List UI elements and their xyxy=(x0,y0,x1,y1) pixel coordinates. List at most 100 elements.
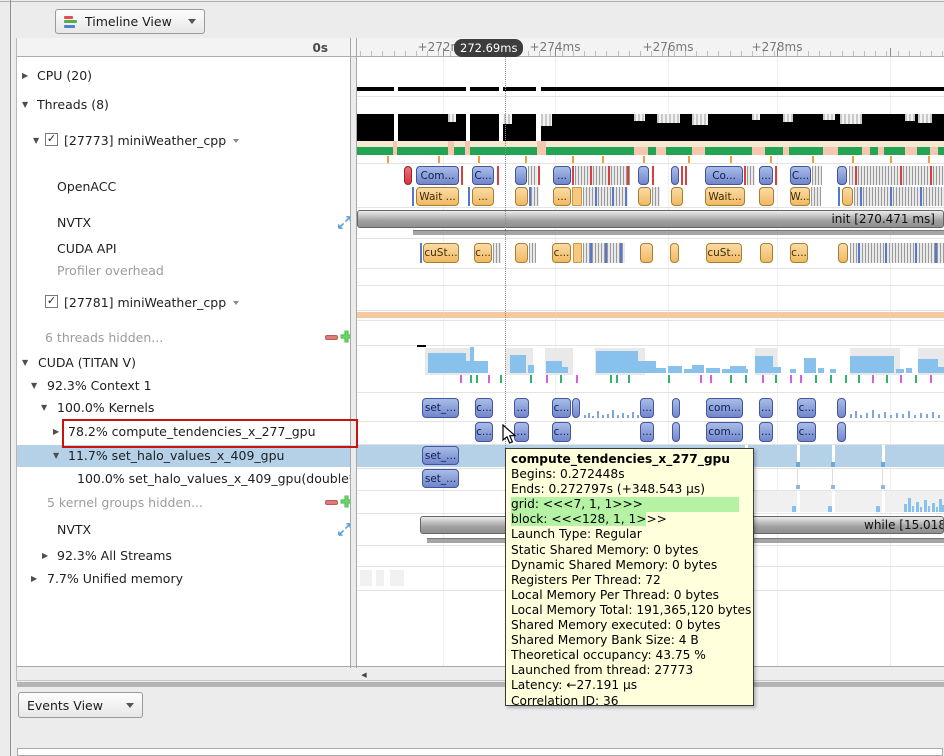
sidebar-item-cuda-titan-v[interactable]: ▼ CUDA (TITAN V) xyxy=(17,351,350,373)
thread-checkbox[interactable]: ✓ xyxy=(45,133,58,146)
tooltip-line: Registers Per Thread: 72 xyxy=(511,573,748,588)
tree-expand-arrow-icon[interactable]: ▼ xyxy=(41,403,47,412)
tooltip-line: Local Memory Total: 191,365,120 bytes xyxy=(511,603,748,618)
events-panel-stub xyxy=(17,748,943,756)
tree-row-label: 7.7% Unified memory xyxy=(47,571,183,586)
tooltip-line: Latency: ←27.191 µs xyxy=(511,678,748,693)
sidebar-item-openacc[interactable]: OpenACC xyxy=(17,175,350,197)
ruler-minor-tick xyxy=(909,51,910,56)
tree-expand-arrow-icon[interactable]: ▼ xyxy=(22,358,28,367)
thread-checkbox[interactable]: ✓ xyxy=(45,295,58,308)
tree-expand-arrow-icon[interactable]: ▼ xyxy=(31,381,37,390)
events-view-label: Events View xyxy=(27,698,103,713)
tree-row-label: NVTX xyxy=(57,522,91,537)
timeline-view-icon xyxy=(64,16,78,28)
expand-plus-icon[interactable] xyxy=(339,494,350,512)
chevron-down-icon xyxy=(188,19,196,24)
ruler-minor-tick xyxy=(808,51,809,56)
sidebar-item-nvtx[interactable]: NVTX xyxy=(17,211,350,233)
tree-row-label: 5 kernel groups hidden... xyxy=(47,495,203,510)
ruler-minor-tick xyxy=(830,51,831,56)
tree-pane-left-border xyxy=(16,38,17,681)
timeline-tree-pane: ▶CPU (20)▼Threads (8)▼✓[27773] miniWeath… xyxy=(17,57,350,666)
nsight-timeline-window: Timeline View +272ms+274ms+276ms+278ms 0… xyxy=(0,0,944,756)
tree-row-label: 100.0% set_halo_values_x_409_gpu(double*… xyxy=(77,471,350,486)
kernel-tooltip: compute_tendencies_x_277_gpu Begins: 0.2… xyxy=(505,448,754,706)
sidebar-item-7-7-unified-memory[interactable]: ▶ 7.7% Unified memory xyxy=(17,567,350,589)
ruler-minor-tick xyxy=(640,51,641,56)
sidebar-item-27781-miniweather-cpp[interactable]: ✓ [27781] miniWeather_cpp xyxy=(17,291,350,313)
pane-divider[interactable] xyxy=(350,38,351,681)
ruler-minor-tick xyxy=(405,51,406,56)
collapse-minus-icon[interactable] xyxy=(325,335,338,340)
tree-row-label: 11.7% set_halo_values_x_409_gpu xyxy=(68,448,284,463)
thread-options-caret-icon[interactable] xyxy=(233,301,239,305)
ruler-minor-tick xyxy=(707,51,708,56)
chevron-down-icon xyxy=(126,703,134,708)
tree-expand-arrow-icon[interactable]: ▼ xyxy=(22,100,28,109)
timeline-left-border xyxy=(356,38,357,681)
tree-row-label: CPU (20) xyxy=(37,68,92,83)
resize-track-icon[interactable] xyxy=(337,215,350,233)
ruler-minor-tick xyxy=(920,51,921,56)
sidebar-item-92-3-context-1[interactable]: ▼ 92.3% Context 1 xyxy=(17,374,350,396)
thread-options-caret-icon[interactable] xyxy=(233,139,239,143)
sidebar-item-cpu-20[interactable]: ▶ CPU (20) xyxy=(17,64,350,86)
horizontal-scrollbar[interactable]: ◀ xyxy=(17,668,944,681)
ruler-minor-tick xyxy=(718,51,719,56)
tree-row-label: CUDA API xyxy=(57,241,117,256)
collapse-minus-icon[interactable] xyxy=(325,500,338,505)
tree-row-label: 92.3% All Streams xyxy=(57,548,172,563)
tree-expand-arrow-icon[interactable]: ▶ xyxy=(53,427,59,436)
sidebar-item-6-threads-hidden[interactable]: 6 threads hidden... xyxy=(17,326,350,348)
sidebar-item-100-0-kernels[interactable]: ▼100.0% Kernels xyxy=(17,396,350,418)
sidebar-item-threads-8[interactable]: ▼Threads (8) xyxy=(17,93,350,115)
window-left-border xyxy=(10,0,11,756)
tree-expand-arrow-icon[interactable]: ▼ xyxy=(53,451,59,460)
timeline-view-label: Timeline View xyxy=(85,14,172,29)
tree-expand-arrow-icon[interactable]: ▼ xyxy=(33,136,39,145)
cursor-time-badge: 272.69ms xyxy=(454,39,523,57)
tooltip-line: Begins: 0.272448s xyxy=(511,467,748,482)
tree-expand-arrow-icon[interactable]: ▶ xyxy=(22,71,28,80)
tooltip-line: grid: <<<7, 1, 1>>> xyxy=(511,497,748,512)
tree-row-label: [27781] miniWeather_cpp xyxy=(64,295,239,310)
sidebar-item-5-kernel-groups-hidden[interactable]: 5 kernel groups hidden... xyxy=(17,491,350,513)
sidebar-item-profiler-overhead[interactable]: Profiler overhead xyxy=(17,259,350,281)
ruler-minor-tick xyxy=(618,51,619,56)
tree-expand-arrow-icon[interactable]: ▶ xyxy=(31,574,37,583)
sidebar-item-92-3-all-streams[interactable]: ▶ 92.3% All Streams xyxy=(17,544,350,566)
tooltip-line: Correlation ID: 36 xyxy=(511,694,748,709)
expand-plus-icon[interactable] xyxy=(339,329,350,347)
sidebar-item-27773-miniweather-cpp[interactable]: ▼ ✓ [27773] miniWeather_cpp xyxy=(17,129,350,151)
tooltip-line: Shared Memory Bank Size: 4 B xyxy=(511,633,748,648)
tree-row-label: 92.3% Context 1 xyxy=(47,378,152,393)
tree-expand-arrow-icon[interactable]: ▶ xyxy=(42,551,48,560)
ruler-minor-tick xyxy=(942,51,943,56)
tooltip-line: Launch Type: Regular xyxy=(511,527,748,542)
sidebar-item-cuda-api[interactable]: CUDA API xyxy=(17,237,350,259)
sidebar-item-nvtx[interactable]: NVTX xyxy=(17,518,350,540)
tree-row-label: [27773] miniWeather_cpp xyxy=(64,133,239,148)
ruler-minor-tick xyxy=(360,51,361,56)
tooltip-line: Dynamic Shared Memory: 0 bytes xyxy=(511,558,748,573)
ruler-minor-tick xyxy=(584,51,585,56)
ruler-minor-tick xyxy=(864,51,865,56)
ruler-minor-tick xyxy=(595,51,596,56)
ruler-minor-tick xyxy=(730,51,731,56)
ruler-minor-tick xyxy=(886,51,887,56)
pane-splitter[interactable] xyxy=(17,682,944,687)
events-view-dropdown[interactable]: Events View xyxy=(18,692,143,718)
tree-row-label: 6 threads hidden... xyxy=(45,330,163,345)
ruler-major-tick xyxy=(890,48,891,56)
tree-row-label: Profiler overhead xyxy=(57,263,164,278)
scroll-left-arrow-icon[interactable]: ◀ xyxy=(357,669,371,680)
resize-track-icon[interactable] xyxy=(337,522,350,540)
panes-bottom-border xyxy=(17,666,944,667)
tooltip-line: Shared Memory executed: 0 bytes xyxy=(511,618,748,633)
tree-row-label: CUDA (TITAN V) xyxy=(38,355,136,370)
ruler-tick-label: +278ms xyxy=(752,40,803,54)
sidebar-item-100-0-set-halo-values-x-409-gpu-double[interactable]: 100.0% set_halo_values_x_409_gpu(double*… xyxy=(17,467,350,489)
timeline-view-dropdown[interactable]: Timeline View xyxy=(55,9,205,34)
ruler-minor-tick xyxy=(394,51,395,56)
